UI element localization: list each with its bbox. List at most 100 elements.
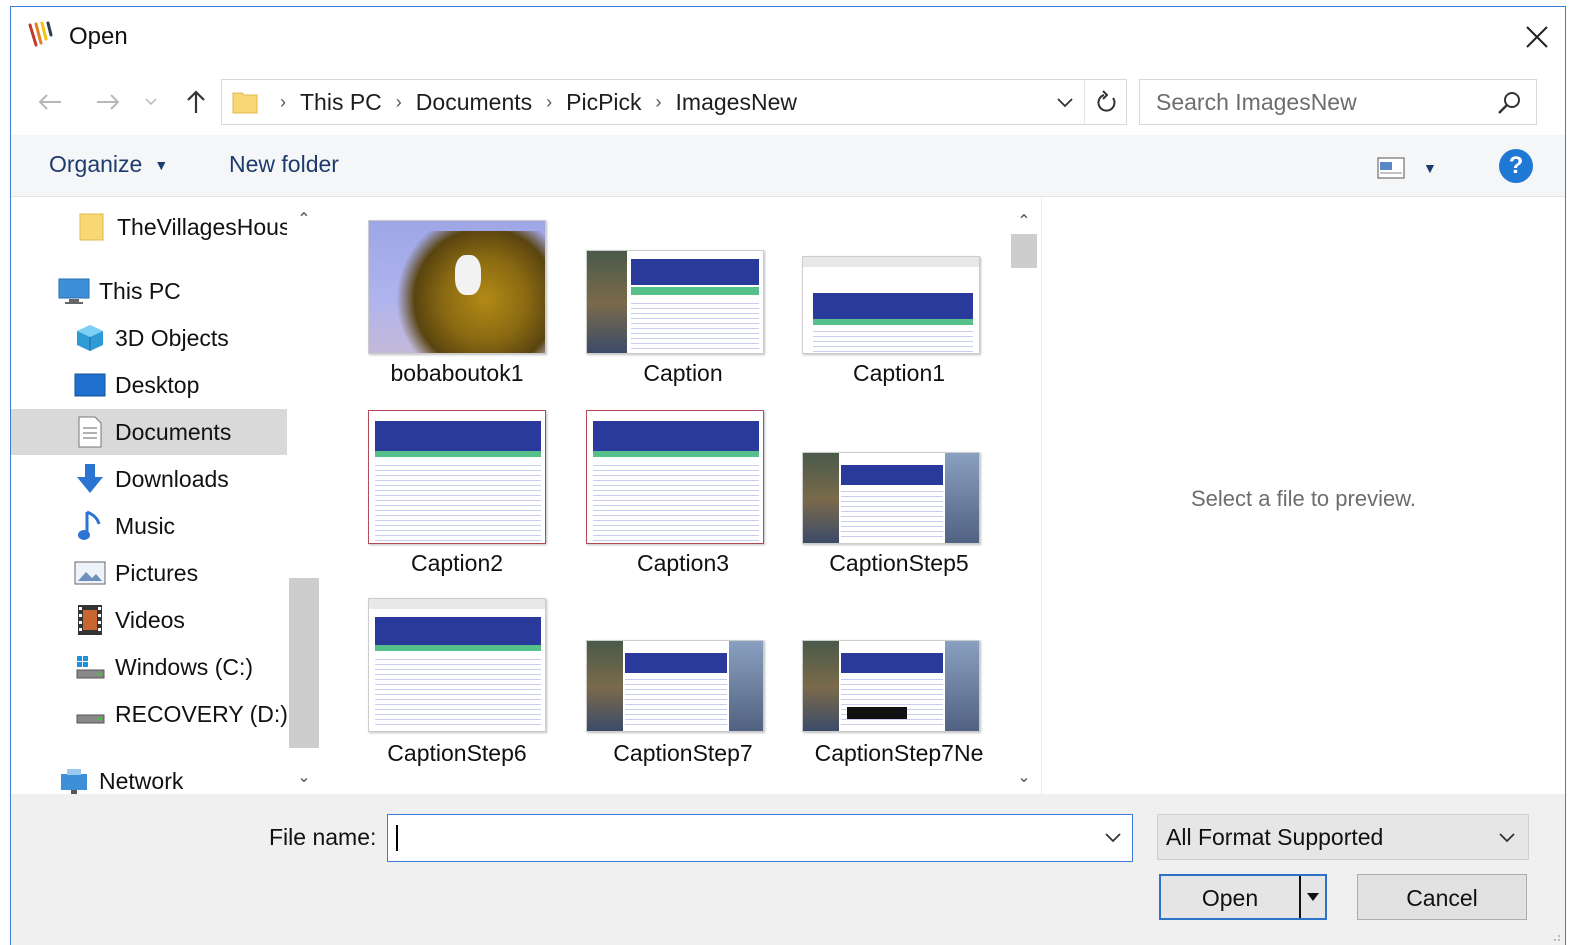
file-item[interactable]: CaptionStep7Ne: [793, 594, 1005, 774]
file-thumbnail: [586, 640, 764, 732]
file-type-value: All Format Supported: [1166, 824, 1384, 850]
chevron-down-icon: [145, 98, 157, 106]
organize-label: Organize: [49, 151, 143, 177]
nav-item-music[interactable]: Music: [11, 503, 287, 549]
file-thumbnail: [802, 256, 980, 354]
computer-icon: [57, 274, 91, 308]
file-type-select[interactable]: All Format Supported: [1157, 814, 1529, 860]
nav-item-videos[interactable]: Videos: [11, 597, 287, 643]
file-item[interactable]: Caption1: [793, 210, 1005, 390]
title-bar: Open: [11, 7, 1565, 67]
back-button[interactable]: [33, 85, 67, 119]
preview-message: Select a file to preview.: [1190, 486, 1416, 511]
new-folder-button[interactable]: New folder: [229, 151, 339, 178]
scrollbar-thumb[interactable]: [1011, 234, 1037, 268]
nav-item-network[interactable]: Network: [11, 758, 287, 794]
chevron-down-icon: [1057, 98, 1073, 108]
caret-down-icon: ▼: [1423, 160, 1437, 176]
file-list-scrollbar[interactable]: ⌃ ⌄: [1009, 198, 1039, 794]
scroll-down-icon[interactable]: ⌄: [289, 762, 319, 792]
picture-icon: [73, 556, 107, 590]
file-item[interactable]: Caption: [577, 210, 789, 390]
breadcrumb-separator-icon[interactable]: ›: [396, 92, 402, 113]
drive-icon: [73, 697, 107, 731]
chevron-down-icon: [1494, 825, 1520, 851]
file-item[interactable]: bobaboutok1: [351, 210, 563, 390]
file-name: CaptionStep7: [613, 740, 753, 766]
nav-item-thevillageshous[interactable]: TheVillagesHous: [11, 204, 287, 250]
scroll-up-icon[interactable]: ⌃: [1009, 206, 1039, 236]
nav-label: RECOVERY (D:): [115, 700, 287, 727]
file-name-input[interactable]: [387, 814, 1133, 862]
scroll-down-icon[interactable]: ⌄: [1009, 762, 1039, 792]
file-thumbnail: [368, 220, 546, 354]
nav-label: Windows (C:): [115, 653, 254, 680]
recent-locations-button[interactable]: [139, 85, 163, 119]
film-icon: [73, 603, 107, 637]
folder-icon: [232, 89, 258, 115]
cancel-label: Cancel: [1406, 885, 1478, 911]
file-item[interactable]: CaptionStep7: [577, 594, 789, 774]
file-name: Caption1: [852, 360, 946, 386]
nav-item-recovery-d[interactable]: RECOVERY (D:): [11, 691, 287, 737]
nav-item-documents[interactable]: Documents: [11, 409, 287, 455]
breadcrumb: › This PC › Documents › PicPick › Images…: [266, 80, 797, 124]
open-label: Open: [1201, 885, 1259, 911]
preview-pane: Select a file to preview.: [1041, 198, 1565, 794]
breadcrumb-this-pc[interactable]: This PC: [300, 89, 382, 116]
breadcrumb-separator-icon[interactable]: ›: [546, 92, 552, 113]
caret-down-icon: [1307, 893, 1319, 901]
file-item[interactable]: CaptionStep5: [793, 400, 1005, 580]
up-button[interactable]: [179, 85, 213, 119]
dialog-footer: File name: All Format Supported Open Can…: [11, 794, 1565, 945]
scrollbar-thumb[interactable]: [289, 578, 319, 748]
search-input[interactable]: Search ImagesNew: [1139, 79, 1537, 125]
file-name: CaptionStep5: [829, 550, 969, 576]
refresh-button[interactable]: [1084, 80, 1128, 124]
breadcrumb-separator-icon: ›: [280, 91, 286, 112]
file-name-dropdown[interactable]: [1100, 825, 1126, 851]
scroll-up-icon[interactable]: ⌃: [289, 204, 319, 234]
cancel-button[interactable]: Cancel: [1357, 874, 1527, 920]
file-name: CaptionStep6: [387, 740, 527, 766]
file-thumbnail: [368, 598, 546, 732]
file-name: Caption2: [410, 550, 504, 576]
nav-item-downloads[interactable]: Downloads: [11, 456, 287, 502]
file-name: bobaboutok1: [390, 360, 524, 386]
refresh-icon: [1097, 90, 1115, 112]
address-bar[interactable]: › This PC › Documents › PicPick › Images…: [221, 79, 1127, 125]
file-item[interactable]: Caption3: [577, 400, 789, 580]
open-options-button[interactable]: [1299, 876, 1325, 918]
forward-button[interactable]: [91, 85, 125, 119]
breadcrumb-documents[interactable]: Documents: [416, 89, 532, 116]
breadcrumb-imagesnew[interactable]: ImagesNew: [676, 89, 797, 116]
nav-item-pictures[interactable]: Pictures: [11, 550, 287, 596]
address-history-dropdown[interactable]: [1050, 88, 1080, 118]
nav-item-desktop[interactable]: Desktop: [11, 362, 287, 408]
nav-item-this-pc[interactable]: This PC: [11, 268, 287, 314]
nav-label: Videos: [115, 606, 185, 633]
open-dialog: Open › This PC › Documents › PicPick › I…: [10, 6, 1566, 945]
file-list: bobaboutok1 Caption Caption1 Caption2 Ca…: [321, 198, 1011, 794]
forward-arrow-icon: [97, 94, 120, 110]
navpane-scrollbar[interactable]: ⌃ ⌄: [289, 198, 319, 794]
close-button[interactable]: [1519, 19, 1555, 55]
help-button[interactable]: ?: [1499, 149, 1533, 183]
change-view-button[interactable]: ▼: [1377, 153, 1457, 183]
nav-label: 3D Objects: [115, 324, 229, 351]
file-thumbnail: [586, 410, 764, 544]
caret-down-icon: ▼: [154, 156, 169, 173]
breadcrumb-separator-icon[interactable]: ›: [656, 92, 662, 113]
folder-icon: [75, 210, 109, 244]
breadcrumb-picpick[interactable]: PicPick: [566, 89, 641, 116]
resize-grip-icon[interactable]: [1549, 930, 1561, 942]
nav-item-3d-objects[interactable]: 3D Objects: [11, 315, 287, 361]
open-button[interactable]: Open: [1159, 874, 1327, 920]
nav-item-windows-c[interactable]: Windows (C:): [11, 644, 287, 690]
file-item[interactable]: Caption2: [351, 400, 563, 580]
search-icon[interactable]: [1496, 89, 1524, 117]
organize-button[interactable]: Organize ▼: [49, 151, 168, 178]
window-title: Open: [69, 23, 128, 50]
file-item[interactable]: CaptionStep6: [351, 594, 563, 774]
nav-label: This PC: [99, 277, 181, 304]
